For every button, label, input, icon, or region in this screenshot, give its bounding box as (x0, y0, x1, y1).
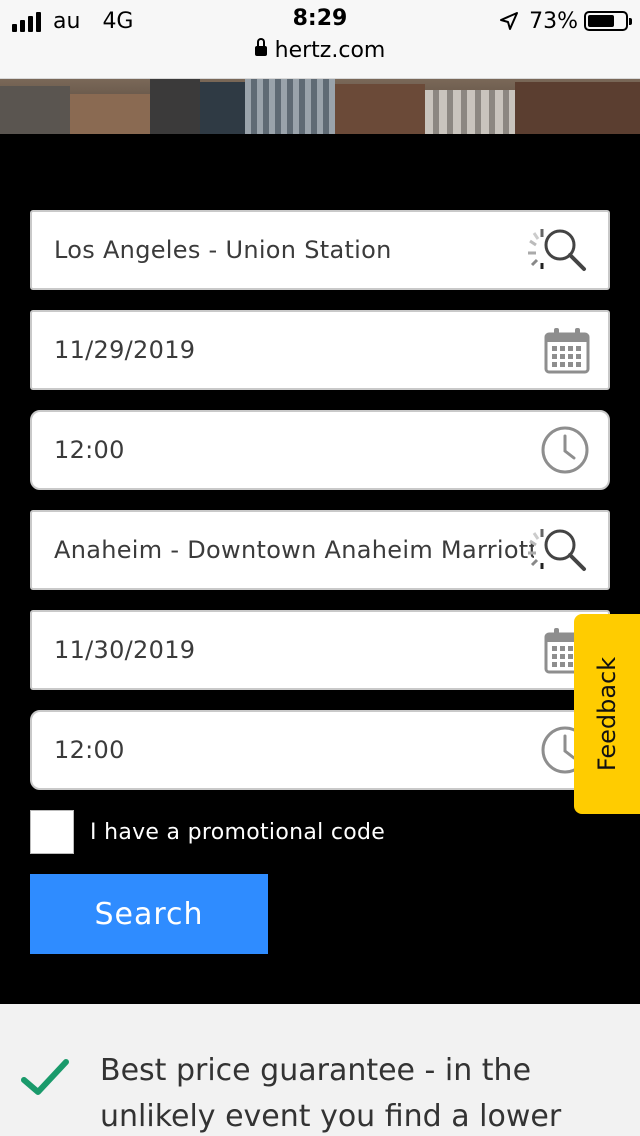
building-shape (425, 90, 515, 134)
status-right: 73% (499, 6, 632, 36)
battery-icon (584, 11, 632, 31)
loading-spinner-icon (528, 529, 544, 569)
building-shape (150, 79, 200, 134)
battery-percent: 73% (529, 8, 578, 34)
browser-status-bar: au 4G 8:29 73% hertz.com (0, 0, 640, 79)
pickup-time-value: 12:00 (54, 436, 125, 464)
lock-icon (254, 37, 267, 58)
promo-code-checkbox[interactable] (30, 810, 74, 854)
search-icon[interactable] (520, 223, 590, 277)
pickup-location-field[interactable]: Los Angeles - Union Station (30, 210, 610, 290)
calendar-icon[interactable] (544, 326, 590, 374)
checkmark-icon (21, 1059, 69, 1095)
promo-code-row: I have a promotional code (30, 810, 385, 854)
url-text: hertz.com (274, 38, 386, 63)
hero-image (0, 79, 640, 134)
battery-fill (588, 15, 614, 27)
building-shape (70, 94, 150, 134)
address-bar[interactable]: hertz.com (0, 37, 640, 63)
return-location-field[interactable]: Anaheim - Downtown Anaheim Marriott (30, 510, 610, 590)
pickup-date-field[interactable]: 11/29/2019 (30, 310, 610, 390)
loading-spinner-icon (528, 229, 544, 269)
return-date-field[interactable]: 11/30/2019 (30, 610, 610, 690)
building-shape (0, 86, 70, 134)
return-date-value: 11/30/2019 (54, 636, 196, 664)
best-price-text: Best price guarantee - in the unlikely e… (100, 1053, 562, 1134)
info-section: Best price guarantee - in the unlikely e… (0, 1004, 640, 1136)
feedback-label: Feedback (593, 656, 621, 772)
building-shape (335, 84, 425, 134)
pickup-location-value: Los Angeles - Union Station (54, 236, 392, 264)
building-shape (245, 79, 335, 134)
return-location-value: Anaheim - Downtown Anaheim Marriott (54, 536, 534, 564)
search-button[interactable]: Search (30, 874, 268, 954)
location-arrow-icon (500, 12, 519, 30)
building-shape (200, 82, 245, 134)
pickup-time-field[interactable]: 12:00 (30, 410, 610, 490)
promo-code-label[interactable]: I have a promotional code (90, 820, 385, 845)
building-shape (515, 82, 640, 134)
search-icon[interactable] (520, 523, 590, 577)
pickup-date-value: 11/29/2019 (54, 336, 196, 364)
return-time-value: 12:00 (54, 736, 125, 764)
feedback-tab[interactable]: Feedback (574, 614, 640, 814)
clock-icon[interactable] (540, 425, 590, 475)
return-time-field[interactable]: 12:00 (30, 710, 610, 790)
